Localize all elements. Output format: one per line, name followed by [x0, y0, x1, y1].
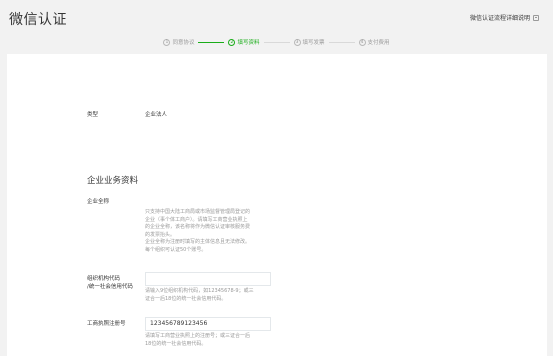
company-name-label: 企业全称: [87, 199, 110, 205]
note-line: 的企业全称，该名称将作为微信认证审核服务费: [145, 224, 251, 231]
reg-no-input[interactable]: 123456789123456: [145, 317, 271, 331]
org-code-label-line: 组织机构代码: [87, 276, 121, 282]
note-line: 18位的统一社会信用代码。: [145, 340, 207, 347]
note-line: 请输入9位组织机构代码，如12345678-9；或三: [145, 288, 254, 294]
company-name-notes: 只支持中国大陆工商局或市场监督管理局登记的 企业（事个体工商户）。请填写工商营业…: [145, 209, 250, 255]
step-fill-info: 2 填写资料: [228, 38, 260, 46]
note-line: 请填写工商营业执照上的注册号；或三证合一后: [145, 333, 251, 339]
step-label: 支付费用: [367, 40, 390, 46]
step-label: 填写资料: [237, 40, 260, 46]
note-line: 只支持中国大陆工商局或市场监督管理局登记的: [145, 209, 251, 215]
progress-steps: 1 同意协议 2 填写资料 3 填写发票 4 支付费用: [0, 36, 553, 48]
page-title: 微信认证: [9, 12, 67, 28]
note-line: 证合一后18位的统一社会信用代码。: [145, 295, 227, 302]
step-payment: 4 支付费用: [358, 38, 390, 46]
document-icon[interactable]: [533, 14, 539, 21]
step-number: 3: [293, 38, 301, 46]
step-connector: [328, 41, 355, 43]
type-value: 企业法人: [145, 112, 168, 118]
step-connector: [263, 41, 290, 43]
step-label: 同意协议: [172, 40, 195, 46]
note-line: 每个组织可认证50个账号。: [145, 246, 207, 253]
section-title: 企业业务资料: [87, 176, 139, 186]
help-link-label[interactable]: 微信认证流程详细说明: [470, 13, 530, 22]
step-connector: [198, 41, 225, 43]
step-label: 填写发票: [302, 40, 325, 46]
reg-no-notes: 请填写工商营业执照上的注册号；或三证合一后 18位的统一社会信用代码。: [145, 333, 250, 348]
org-code-label: 组织机构代码 /统一社会信用代码: [87, 275, 133, 291]
step-number: 4: [358, 38, 366, 46]
form-panel: 类型 企业法人 企业业务资料 企业全称 只支持中国大陆工商局或市场监督管理局登记…: [7, 54, 547, 356]
help-link[interactable]: 微信认证流程详细说明: [470, 13, 539, 22]
org-code-input[interactable]: [145, 272, 271, 286]
step-invoice: 3 填写发票: [293, 38, 325, 46]
step-number: 2: [228, 38, 236, 46]
type-label: 类型: [87, 112, 99, 118]
header: 微信认证 微信认证流程详细说明: [0, 0, 553, 34]
reg-no-label: 工商执照注册号: [87, 321, 126, 327]
org-code-label-line: /统一社会信用代码: [87, 284, 133, 290]
note-line: 企业全称为注册时填写的主体信息且无法修改。: [145, 239, 251, 246]
org-code-notes: 请输入9位组织机构代码，如12345678-9；或三 证合一后18位的统一社会信…: [145, 288, 254, 303]
step-agree: 1 同意协议: [163, 38, 194, 46]
step-number: 1: [163, 38, 171, 46]
